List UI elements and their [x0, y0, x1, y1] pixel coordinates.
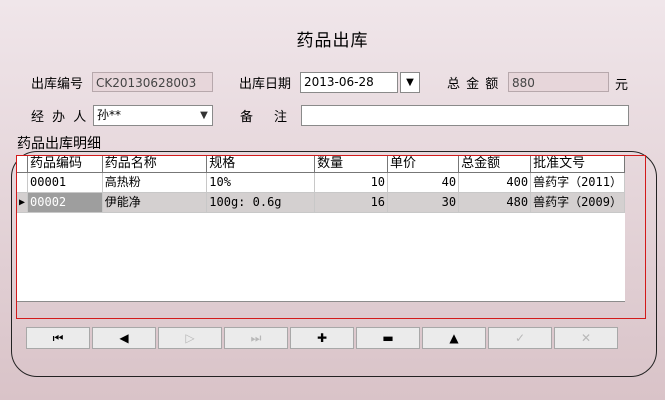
chevron-down-icon[interactable]: ▼	[196, 106, 212, 125]
insert-record-button[interactable]: ✚	[290, 327, 354, 349]
cancel-record-button[interactable]: ✕	[554, 327, 618, 349]
total-amount-field: 880	[508, 72, 609, 92]
remark-input[interactable]	[301, 105, 629, 126]
date-dropdown-button[interactable]: ▼	[400, 72, 420, 93]
post-record-button[interactable]: ✓	[488, 327, 552, 349]
delete-record-button[interactable]: ▬	[356, 327, 420, 349]
handler-label: 经 办 人	[31, 110, 89, 125]
total-amount-label: 总 金 额	[447, 77, 500, 92]
outbound-date-input[interactable]: 2013-06-28	[300, 72, 398, 93]
prior-icon: ◀	[119, 331, 129, 345]
grid-focus-frame	[16, 155, 646, 319]
plus-icon: ✚	[316, 331, 328, 345]
x-icon: ✕	[580, 331, 592, 345]
currency-unit: 元	[615, 78, 629, 93]
first-icon: ⏮	[52, 331, 64, 345]
last-icon: ⏭	[250, 331, 262, 345]
next-icon: ▷	[185, 331, 195, 345]
edit-record-button[interactable]: ▲	[422, 327, 486, 349]
outbound-date-label: 出库日期	[239, 77, 292, 92]
chevron-down-icon: ▼	[406, 77, 414, 88]
page-title: 药品出库	[296, 31, 369, 51]
details-group-label: 药品出库明细	[17, 136, 101, 152]
check-icon: ✓	[514, 331, 526, 345]
outbound-no-field: CK20130628003	[92, 72, 213, 92]
up-triangle-icon: ▲	[449, 331, 459, 345]
remark-label: 备 注	[240, 110, 292, 125]
last-record-button[interactable]: ⏭	[224, 327, 288, 349]
first-record-button[interactable]: ⏮	[26, 327, 90, 349]
handler-select[interactable]: 孙** ▼	[93, 105, 213, 126]
prior-record-button[interactable]: ◀	[92, 327, 156, 349]
handler-value: 孙**	[97, 108, 122, 122]
minus-icon: ▬	[382, 331, 394, 345]
next-record-button[interactable]: ▷	[158, 327, 222, 349]
outbound-no-label: 出库编号	[31, 77, 84, 92]
